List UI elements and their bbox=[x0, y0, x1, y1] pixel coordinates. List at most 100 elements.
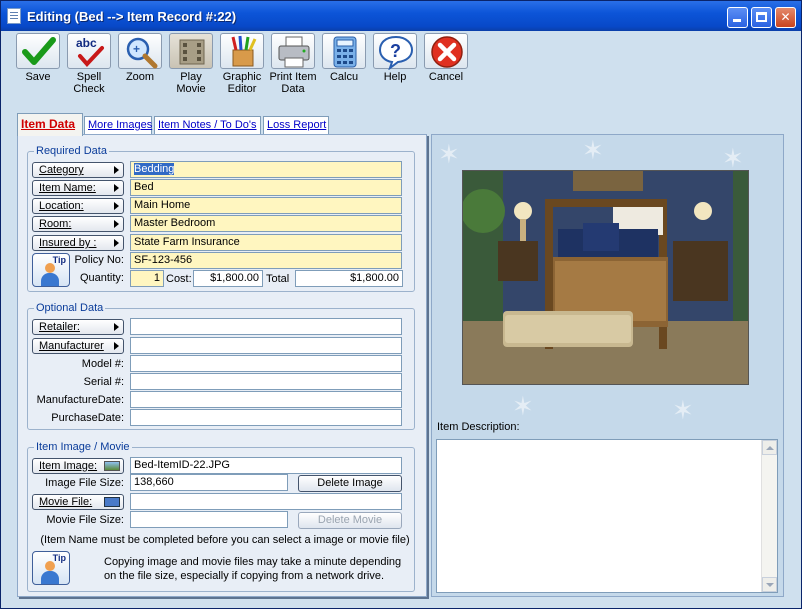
arrow-right-icon bbox=[114, 202, 119, 210]
location-button[interactable]: Location: bbox=[32, 198, 124, 214]
zoom-icon: + bbox=[118, 33, 162, 69]
arrow-right-icon bbox=[114, 184, 119, 192]
image-file-size-label: Image File Size: bbox=[45, 477, 124, 489]
svg-text:+: + bbox=[133, 42, 140, 56]
optional-data-legend: Optional Data bbox=[34, 302, 106, 314]
item-name-required-note: (Item Name must be completed before you … bbox=[40, 534, 410, 546]
item-image-field[interactable]: Bed-ItemID-22.JPG bbox=[130, 457, 402, 474]
sparkle-decoration: ✶ bbox=[512, 391, 534, 421]
print-item-data-button[interactable]: Print Item Data bbox=[269, 33, 317, 99]
cost-label: Cost: bbox=[166, 273, 192, 285]
quantity-field[interactable]: 1 bbox=[130, 270, 164, 287]
sparkle-decoration: ✶ bbox=[672, 395, 694, 425]
cancel-button[interactable]: Cancel bbox=[422, 33, 470, 99]
scroll-up-icon[interactable] bbox=[762, 440, 777, 455]
movie-file-size-label: Movie File Size: bbox=[46, 514, 124, 526]
help-button[interactable]: ? Help bbox=[371, 33, 419, 99]
category-field[interactable]: Bedding bbox=[130, 161, 402, 178]
model-label: Model #: bbox=[81, 358, 124, 370]
calcu-button[interactable]: Calcu bbox=[320, 33, 368, 99]
item-description-label: Item Description: bbox=[437, 421, 520, 433]
person-icon bbox=[45, 263, 55, 273]
media-tip-button[interactable]: Tip bbox=[32, 551, 70, 585]
room-field[interactable]: Master Bedroom bbox=[130, 215, 402, 232]
sparkle-decoration: ✶ bbox=[582, 135, 604, 165]
policy-no-label: Policy No: bbox=[74, 254, 124, 266]
minimize-button[interactable] bbox=[727, 7, 748, 28]
purchase-date-field[interactable] bbox=[130, 409, 402, 426]
serial-field[interactable] bbox=[130, 373, 402, 390]
purchase-date-label: PurchaseDate: bbox=[51, 412, 124, 424]
save-icon bbox=[16, 33, 60, 69]
image-preview-panel: ✶ ✶ ✶ ✶ ✶ Item Description: bbox=[431, 134, 784, 597]
movie-file-field[interactable] bbox=[130, 493, 402, 510]
manufacture-date-field[interactable] bbox=[130, 391, 402, 408]
film-icon bbox=[104, 497, 120, 507]
scroll-down-icon[interactable] bbox=[762, 577, 777, 592]
movie-file-button-label: Movie File: bbox=[39, 496, 93, 508]
manufacturer-field[interactable] bbox=[130, 337, 402, 354]
person-icon bbox=[45, 561, 55, 571]
item-image-button[interactable]: Item Image: bbox=[32, 458, 124, 474]
sparkle-decoration: ✶ bbox=[438, 139, 460, 169]
room-button[interactable]: Room: bbox=[32, 216, 124, 232]
arrow-right-icon bbox=[114, 166, 119, 174]
category-button-label: Category bbox=[39, 164, 84, 176]
spell-check-button[interactable]: abc Spell Check bbox=[65, 33, 113, 99]
print-item-data-label-2: Data bbox=[281, 83, 305, 95]
item-name-button-label: Item Name: bbox=[39, 182, 96, 194]
optional-data-group: Optional Data Retailer: Manufacturer Mod… bbox=[27, 302, 415, 430]
description-scrollbar[interactable] bbox=[761, 440, 777, 592]
manufacturer-button-label: Manufacturer bbox=[39, 340, 104, 352]
arrow-right-icon bbox=[114, 323, 119, 331]
movie-file-button[interactable]: Movie File: bbox=[32, 494, 124, 510]
location-button-label: Location: bbox=[39, 200, 84, 212]
tab-item-data[interactable]: Item Data bbox=[17, 113, 83, 136]
cancel-label: Cancel bbox=[428, 71, 464, 83]
insured-by-button[interactable]: Insured by : bbox=[32, 235, 124, 251]
room-button-label: Room: bbox=[39, 218, 72, 230]
title-bar[interactable]: Editing (Bed --> Item Record #:22) ✕ bbox=[1, 1, 801, 31]
tab-more-images[interactable]: More Images bbox=[84, 116, 152, 135]
maximize-icon bbox=[756, 12, 767, 22]
calculator-icon bbox=[322, 33, 366, 69]
item-photo[interactable] bbox=[462, 170, 749, 385]
model-field[interactable] bbox=[130, 355, 402, 372]
spell-check-icon: abc bbox=[67, 33, 111, 69]
total-field: $1,800.00 bbox=[295, 270, 403, 287]
retailer-button[interactable]: Retailer: bbox=[32, 319, 124, 335]
image-movie-legend: Item Image / Movie bbox=[34, 441, 132, 453]
toolbar: Save abc Spell Check + Zoom Play Movie G… bbox=[1, 31, 801, 99]
location-field[interactable]: Main Home bbox=[130, 197, 402, 214]
copy-note-line-2: on the file size, especially if copying … bbox=[104, 570, 385, 582]
spell-check-label-2: Check bbox=[73, 83, 105, 95]
required-tip-button[interactable]: Tip bbox=[32, 253, 70, 287]
arrow-right-icon bbox=[114, 342, 119, 350]
quantity-label: Quantity: bbox=[79, 272, 124, 284]
item-data-panel: Required Data Category Bedding Item Name… bbox=[17, 134, 427, 597]
tab-item-notes[interactable]: Item Notes / To Do's bbox=[154, 116, 261, 135]
category-value: Bedding bbox=[134, 163, 175, 175]
tab-loss-report[interactable]: Loss Report bbox=[263, 116, 329, 135]
category-button[interactable]: Category bbox=[32, 162, 124, 178]
item-name-field[interactable]: Bed bbox=[130, 179, 402, 196]
delete-image-button[interactable]: Delete Image bbox=[298, 475, 402, 492]
cost-field[interactable]: $1,800.00 bbox=[193, 270, 263, 287]
required-data-legend: Required Data bbox=[34, 145, 109, 157]
window-title: Editing (Bed --> Item Record #:22) bbox=[27, 9, 237, 24]
tip-text: Tip bbox=[52, 553, 66, 563]
close-window-button[interactable]: ✕ bbox=[775, 7, 796, 28]
item-description-textarea[interactable] bbox=[436, 439, 778, 593]
manufacturer-button[interactable]: Manufacturer bbox=[32, 338, 124, 354]
image-movie-group: Item Image / Movie Item Image: Bed-ItemI… bbox=[27, 441, 415, 592]
retailer-field[interactable] bbox=[130, 318, 402, 335]
serial-label: Serial #: bbox=[83, 376, 124, 388]
manufacture-date-label: ManufactureDate: bbox=[36, 394, 124, 406]
insured-by-field[interactable]: State Farm Insurance bbox=[130, 234, 402, 251]
movie-file-size-field bbox=[130, 511, 288, 528]
policy-no-field[interactable]: SF-123-456 bbox=[130, 252, 402, 269]
maximize-button[interactable] bbox=[751, 7, 772, 28]
item-name-button[interactable]: Item Name: bbox=[32, 180, 124, 196]
document-icon bbox=[7, 8, 21, 24]
image-file-size-field: 138,660 bbox=[130, 474, 288, 491]
